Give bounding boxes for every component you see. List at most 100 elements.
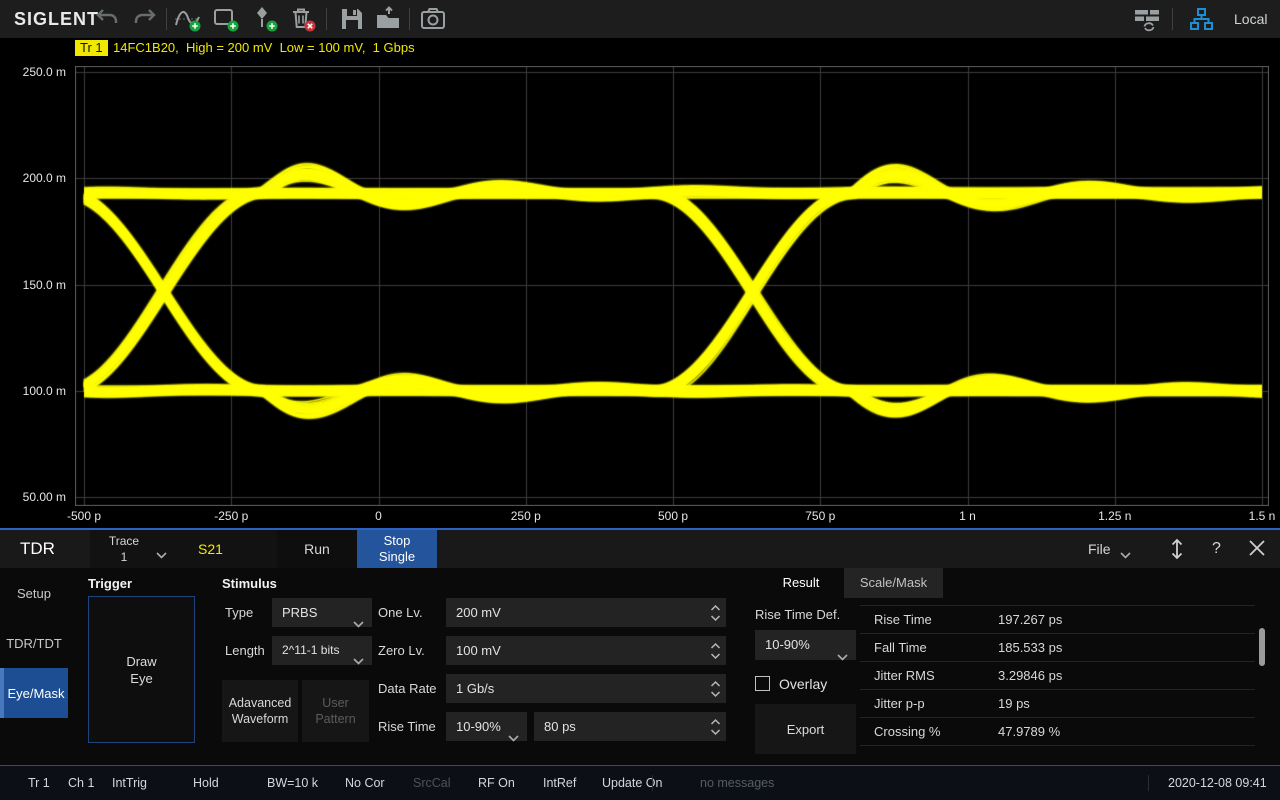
trace-info-text: 14FC1B20, High = 200 mV Low = 100 mV, 1 …: [113, 40, 415, 56]
eye-diagram-canvas: [75, 66, 1269, 506]
add-marker-icon[interactable]: [250, 5, 280, 33]
screenshot-icon[interactable]: [418, 5, 448, 33]
chevron-down-icon: [837, 642, 848, 672]
one-level-input[interactable]: 200 mV: [446, 598, 726, 627]
toolbar-separator: [409, 8, 410, 30]
add-trace-icon[interactable]: [173, 5, 203, 33]
measurement-name: Jitter RMS: [874, 662, 935, 690]
measurement-name: Fall Time: [874, 634, 927, 662]
x-tick-label: 500 p: [658, 509, 688, 523]
tdr-panel: TDR Trace 1 S21 Run Stop Single File: [0, 528, 1280, 765]
spinner-arrows-icon[interactable]: [710, 641, 721, 670]
advanced-waveform-button[interactable]: Adavanced Waveform: [222, 680, 298, 742]
export-button[interactable]: Export: [755, 704, 856, 754]
file-menu-button[interactable]: File: [1088, 530, 1111, 568]
measurement-row: Jitter p-p19 ps: [860, 690, 1255, 718]
close-icon[interactable]: [1248, 539, 1266, 562]
chevron-down-icon: [508, 723, 519, 752]
result-rise-time-def-dropdown[interactable]: 10-90%: [755, 630, 856, 660]
status-item-ch-1: Ch 1: [68, 766, 94, 800]
data-rate-input[interactable]: 1 Gb/s: [446, 674, 726, 703]
display-config-icon[interactable]: [1132, 5, 1162, 33]
type-dropdown[interactable]: PRBS: [272, 598, 372, 627]
redo-icon[interactable]: [130, 5, 160, 33]
overlay-checkbox[interactable]: [755, 676, 770, 691]
stop-single-button[interactable]: Stop Single: [357, 530, 437, 568]
x-tick-label: -500 p: [67, 509, 101, 523]
trace-selector[interactable]: Trace 1 S21: [90, 530, 277, 568]
rise-time-def-label: Rise Time Def.: [755, 604, 840, 626]
delete-trace-icon[interactable]: [288, 5, 318, 33]
toolbar-separator: [326, 8, 327, 30]
y-tick-label: 150.0 m: [0, 278, 66, 292]
status-item-srccal: SrcCal: [413, 766, 451, 800]
status-item-update-on: Update On: [602, 766, 662, 800]
toolbar-separator: [166, 8, 167, 30]
spinner-arrows-icon[interactable]: [710, 603, 721, 632]
panel-title: TDR: [20, 530, 55, 568]
overlay-label: Overlay: [779, 674, 827, 694]
help-button[interactable]: ?: [1212, 530, 1221, 568]
status-item-hold: Hold: [193, 766, 219, 800]
open-icon[interactable]: [373, 5, 403, 33]
panel-body: SetupTDR/TDTEye/Mask Trigger Draw Eye St…: [0, 568, 1280, 765]
status-item-rf-on: RF On: [478, 766, 515, 800]
undo-icon[interactable]: [92, 5, 122, 33]
toolbar: SIGLENT: [0, 0, 1280, 38]
measurement-value: 19 ps: [998, 690, 1030, 718]
data-rate-label: Data Rate: [378, 674, 437, 703]
measurement-value: 3.29846 ps: [998, 662, 1062, 690]
length-dropdown[interactable]: 2^11-1 bits: [272, 636, 372, 665]
save-icon[interactable]: [337, 5, 367, 33]
trigger-section-label: Trigger: [88, 576, 132, 591]
zero-level-label: Zero Lv.: [378, 636, 425, 665]
spinner-arrows-icon[interactable]: [710, 717, 721, 746]
scrollbar-thumb[interactable]: [1259, 628, 1265, 666]
x-tick-label: 1.25 n: [1098, 509, 1131, 523]
status-bar: Tr 1Ch 1IntTrigHoldBW=10 kNo CorSrcCalRF…: [0, 765, 1280, 800]
y-tick-label: 100.0 m: [0, 384, 66, 398]
siglent-tdr-app: SIGLENT: [0, 0, 1280, 800]
chevron-down-icon: [156, 546, 167, 564]
measurement-row: Fall Time 185.533 ps: [860, 634, 1255, 662]
y-tick-label: 200.0 m: [0, 171, 66, 185]
x-tick-label: 1.5 n: [1249, 509, 1276, 523]
user-pattern-button[interactable]: User Pattern: [302, 680, 369, 742]
trace-badge[interactable]: Tr 1: [75, 40, 108, 56]
measurement-name: Rise Time: [874, 606, 932, 634]
rise-time-input[interactable]: 80 ps: [534, 712, 726, 741]
rise-time-label: Rise Time: [378, 712, 436, 741]
y-tick-label: 250.0 m: [0, 65, 66, 79]
chevron-down-icon: [353, 647, 364, 676]
status-item-bw-10-k: BW=10 k: [267, 766, 318, 800]
lan-icon[interactable]: [1186, 5, 1216, 33]
rise-time-def-dropdown[interactable]: 10-90%: [446, 712, 527, 741]
tab-scale-mask[interactable]: Scale/Mask: [844, 568, 943, 598]
trace-parameter: S21: [198, 530, 223, 568]
x-tick-label: 0: [375, 509, 382, 523]
x-tick-label: -250 p: [214, 509, 248, 523]
status-separator: [652, 775, 653, 791]
sidebar-item-tdr-tdt[interactable]: TDR/TDT: [0, 618, 68, 668]
tab-result[interactable]: Result: [758, 568, 844, 598]
x-tick-label: 250 p: [511, 509, 541, 523]
zero-level-input[interactable]: 100 mV: [446, 636, 726, 665]
measurement-row: Jitter RMS 3.29846 ps: [860, 662, 1255, 690]
spinner-arrows-icon[interactable]: [710, 679, 721, 708]
eye-diagram-plot: 250.0 m 200.0 m 150.0 m 100.0 m 50.00 m -500…: [0, 58, 1280, 528]
type-label: Type: [225, 598, 253, 627]
sidebar-item-eye-mask[interactable]: Eye/Mask: [0, 668, 68, 718]
status-item-no-cor: No Cor: [345, 766, 385, 800]
x-tick-label: 750 p: [805, 509, 835, 523]
status-message: no messages: [700, 766, 774, 800]
resize-panel-icon[interactable]: [1170, 538, 1184, 565]
y-tick-label: 50.00 m: [0, 490, 66, 504]
chevron-down-icon: [1120, 546, 1131, 564]
measurement-value: 185.533 ps: [998, 634, 1062, 662]
measurement-table: Rise Time197.267 psFall Time185.533 psJi…: [860, 605, 1255, 746]
add-window-icon[interactable]: [211, 5, 241, 33]
run-button[interactable]: Run: [277, 530, 357, 568]
measurement-row: Rise Time197.267 ps: [860, 606, 1255, 634]
sidebar-item-setup[interactable]: Setup: [0, 568, 68, 618]
draw-eye-button[interactable]: Draw Eye: [88, 596, 195, 743]
